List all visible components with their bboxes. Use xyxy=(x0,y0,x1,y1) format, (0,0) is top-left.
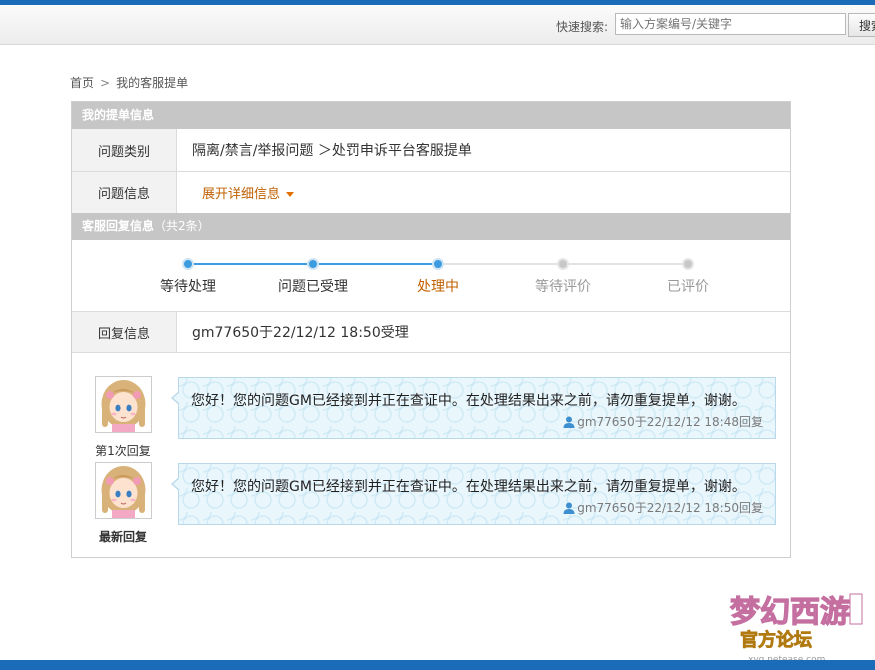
girl-avatar-icon xyxy=(96,463,151,518)
girl-avatar-icon xyxy=(96,377,151,432)
reply-info-label: 回复信息 xyxy=(72,312,177,352)
reply-message: 您好！您的问题GM已经接到并正在查证中。在处理结果出来之前，请勿重复提单，谢谢。 xyxy=(191,479,746,495)
game-logo: 梦幻西游 官方论坛 xyq.netease.com xyxy=(726,582,866,666)
progress-step-label-current: 处理中 xyxy=(417,279,459,295)
progress-dot xyxy=(557,258,569,270)
avatar xyxy=(95,462,152,519)
reply-meta-text: gm77650于22/12/12 18:48回复 xyxy=(577,415,763,429)
progress-tracker: 等待处理 问题已受理 处理中 等待评价 已评价 xyxy=(72,241,790,312)
game-logo-icon: 梦幻西游 官方论坛 xyq.netease.com xyxy=(729,593,863,665)
bottom-accent-bar xyxy=(0,660,875,670)
breadcrumb: 首页 > 我的客服提单 xyxy=(70,74,188,91)
avatar xyxy=(95,376,152,433)
progress-step-label: 等待评价 xyxy=(535,279,591,295)
header-bar: 快速搜索: 搜索 xyxy=(0,5,875,45)
breadcrumb-home-link[interactable]: 首页 xyxy=(70,76,94,90)
expand-details-link[interactable]: 展开详细信息 xyxy=(202,183,295,202)
expand-details-label: 展开详细信息 xyxy=(202,187,281,202)
category-value: 隔离/禁言/举报问题 ＞处罚申诉平台客服提单 xyxy=(192,143,472,159)
ticket-section-title: 我的提单信息 xyxy=(82,108,155,122)
info-label: 问题信息 xyxy=(72,172,177,213)
progress-dot xyxy=(307,258,319,270)
reply-message: 您好！您的问题GM已经接到并正在查证中。在处理结果出来之前，请勿重复提单，谢谢。 xyxy=(191,393,746,409)
logo-subtitle: 官方论坛 xyxy=(740,629,812,651)
person-icon xyxy=(563,416,575,428)
reply-bubble: 您好！您的问题GM已经接到并正在查证中。在处理结果出来之前，请勿重复提单，谢谢。… xyxy=(171,377,776,439)
reply-bubble: 您好！您的问题GM已经接到并正在查证中。在处理结果出来之前，请勿重复提单，谢谢。… xyxy=(171,463,776,525)
person-icon xyxy=(563,502,575,514)
search-input[interactable] xyxy=(615,13,846,35)
category-label: 问题类别 xyxy=(72,129,177,171)
reply-caption-latest: 最新回复 xyxy=(98,530,147,544)
progress-dot xyxy=(432,258,444,270)
ticket-section-header: 我的提单信息 xyxy=(72,102,790,129)
breadcrumb-separator: > xyxy=(100,76,111,90)
caret-down-icon xyxy=(286,192,295,197)
reply-section-title: 客服回复信息 xyxy=(82,219,155,233)
breadcrumb-current: 我的客服提单 xyxy=(116,76,189,90)
reply-caption: 第1次回复 xyxy=(95,444,151,458)
reply-count: （共2条） xyxy=(154,219,210,233)
reply-info-value: gm77650于22/12/12 18:50受理 xyxy=(192,325,409,341)
reply-section-header: 客服回复信息（共2条） xyxy=(72,213,790,240)
info-row: 问题信息 展开详细信息 xyxy=(72,172,790,214)
reply-info-row: 回复信息 gm77650于22/12/12 18:50受理 xyxy=(72,312,790,353)
progress-step-label: 已评价 xyxy=(667,279,709,295)
reply-meta: gm77650于22/12/12 18:48回复 xyxy=(563,413,763,430)
progress-step-label: 问题已受理 xyxy=(278,279,348,295)
progress-dot xyxy=(182,258,194,270)
progress-step-label: 等待处理 xyxy=(160,279,216,295)
search-label: 快速搜索: xyxy=(556,20,609,34)
search-button[interactable]: 搜索 xyxy=(848,13,875,37)
ticket-panel: 我的提单信息 问题类别 隔离/禁言/举报问题 ＞处罚申诉平台客服提单 问题信息 … xyxy=(71,101,791,558)
progress-dot xyxy=(682,258,694,270)
category-row: 问题类别 隔离/禁言/举报问题 ＞处罚申诉平台客服提单 xyxy=(72,129,790,172)
reply-meta-text: gm77650于22/12/12 18:50回复 xyxy=(577,501,763,515)
reply-meta: gm77650于22/12/12 18:50回复 xyxy=(563,499,763,516)
logo-name: 梦幻西游 xyxy=(730,595,850,630)
